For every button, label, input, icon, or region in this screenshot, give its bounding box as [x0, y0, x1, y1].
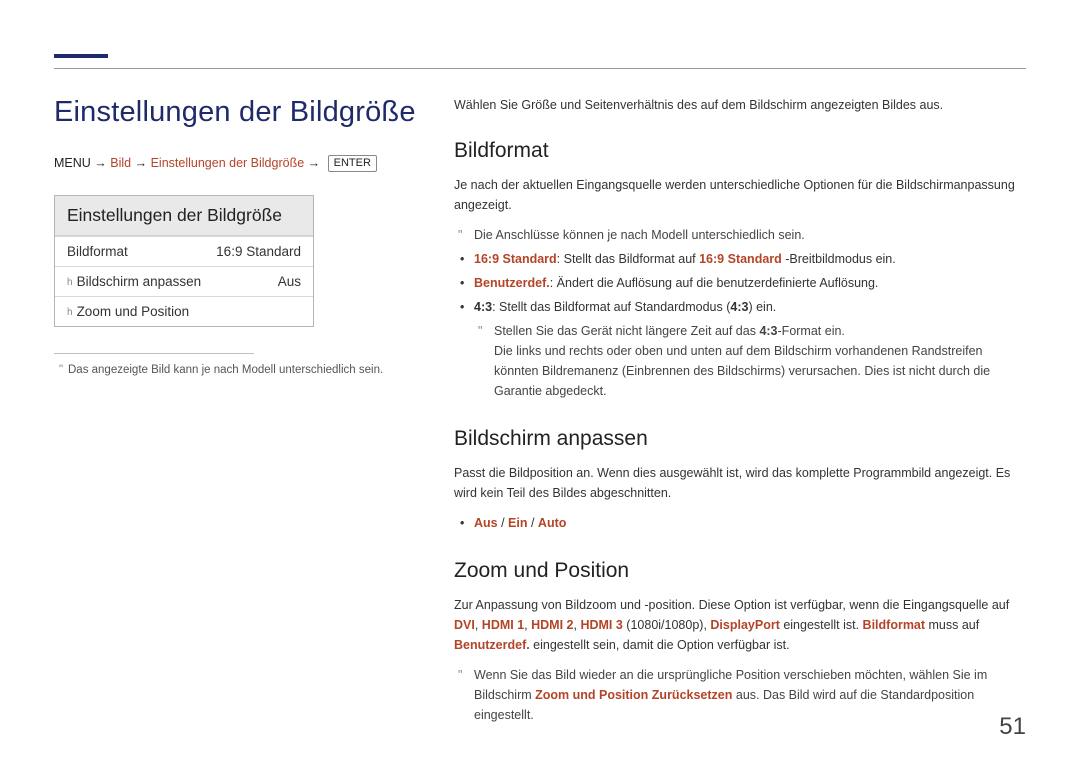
- breadcrumb: MENU → Bild → Einstellungen der Bildgröß…: [54, 155, 424, 173]
- menu-row-bildformat: Bildformat 16:9 Standard: [55, 236, 313, 266]
- subhead-bildformat: Bildformat: [454, 139, 1030, 163]
- bildformat-para: Je nach der aktuellen Eingangsquelle wer…: [454, 175, 1030, 215]
- menu-row-label: hBildschirm anpassen: [67, 274, 201, 289]
- right-column: Wählen Sie Größe und Seitenverhältnis de…: [454, 96, 1030, 751]
- lock-icon: h: [67, 307, 73, 318]
- bildschirm-para: Passt die Bildposition an. Wenn dies aus…: [454, 463, 1030, 503]
- page-number: 51: [999, 713, 1026, 741]
- zoom-note-item: Wenn Sie das Bild wieder an die ursprüng…: [474, 665, 1030, 725]
- breadcrumb-einstellungen: Einstellungen der Bildgröße: [151, 156, 305, 170]
- page: Einstellungen der Bildgröße MENU → Bild …: [0, 0, 1080, 763]
- sub-note-item: Stellen Sie das Gerät nicht längere Zeit…: [494, 321, 1030, 401]
- note-item: Die Anschlüsse können je nach Modell unt…: [474, 225, 1030, 245]
- quote-mark-icon: ": [54, 362, 68, 379]
- breadcrumb-bild: Bild: [110, 156, 131, 170]
- subhead-zoom: Zoom und Position: [454, 559, 1030, 583]
- menu-box-title: Einstellungen der Bildgröße: [55, 196, 313, 236]
- footnote-text: Das angezeigte Bild kann je nach Modell …: [68, 364, 383, 376]
- bullet-benutzerdef: Benutzerdef.: Ändert die Auflösung auf d…: [474, 273, 1030, 293]
- top-divider: [54, 68, 1026, 69]
- sub-note-list: Stellen Sie das Gerät nicht längere Zeit…: [474, 321, 1030, 401]
- section-bildschirm-anpassen: Bildschirm anpassen Passt die Bildpositi…: [454, 427, 1030, 533]
- section-bildformat: Bildformat Je nach der aktuellen Eingang…: [454, 139, 1030, 401]
- enter-button-icon: ENTER: [328, 155, 377, 172]
- menu-row-value: 16:9 Standard: [216, 244, 301, 259]
- menu-box: Einstellungen der Bildgröße Bildformat 1…: [54, 195, 314, 327]
- menu-row-bildschirm-anpassen: hBildschirm anpassen Aus: [55, 266, 313, 296]
- accent-bar: [54, 54, 108, 58]
- footnote-divider: [54, 353, 254, 354]
- lock-icon: h: [67, 277, 73, 288]
- menu-row-label: hZoom und Position: [67, 304, 189, 319]
- arrow-icon: →: [135, 156, 148, 170]
- bullet-4-3: 4:3: Stellt das Bildformat auf Standardm…: [474, 297, 1030, 401]
- bullet-list: 16:9 Standard: Stellt das Bildformat auf…: [454, 249, 1030, 401]
- subhead-bildschirm: Bildschirm anpassen: [454, 427, 1030, 451]
- bullet-16-9: 16:9 Standard: Stellt das Bildformat auf…: [474, 249, 1030, 269]
- left-column: Einstellungen der Bildgröße MENU → Bild …: [54, 96, 424, 379]
- intro-text: Wählen Sie Größe und Seitenverhältnis de…: [454, 96, 1030, 115]
- menu-row-label: Bildformat: [67, 244, 128, 259]
- options-item: Aus / Ein / Auto: [474, 513, 1030, 533]
- section-title: Einstellungen der Bildgröße: [54, 96, 424, 129]
- zoom-note-list: Wenn Sie das Bild wieder an die ursprüng…: [454, 665, 1030, 725]
- arrow-icon: →: [94, 156, 107, 170]
- menu-row-value: Aus: [278, 274, 301, 289]
- arrow-icon: →: [308, 156, 321, 170]
- breadcrumb-menu: MENU: [54, 156, 91, 170]
- note-list: Die Anschlüsse können je nach Modell unt…: [454, 225, 1030, 245]
- options-list: Aus / Ein / Auto: [454, 513, 1030, 533]
- menu-row-zoom-position: hZoom und Position: [55, 296, 313, 326]
- footnote: "Das angezeigte Bild kann je nach Modell…: [54, 362, 424, 379]
- zoom-para: Zur Anpassung von Bildzoom und -position…: [454, 595, 1030, 655]
- section-zoom-position: Zoom und Position Zur Anpassung von Bild…: [454, 559, 1030, 725]
